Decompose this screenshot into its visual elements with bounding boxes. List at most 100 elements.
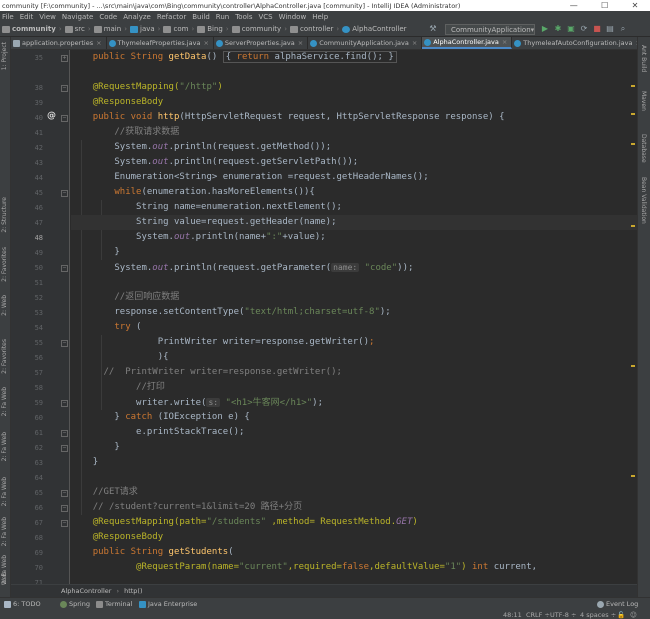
menu-tools[interactable]: Tools — [235, 13, 252, 21]
tool-spring[interactable]: Spring — [60, 600, 90, 608]
breadcrumb-controller[interactable]: controller — [290, 25, 333, 33]
caret-position[interactable]: 48:11 — [503, 611, 522, 619]
tab-community-application[interactable]: CommunityApplication.java × — [308, 37, 423, 49]
tool-event-log[interactable]: Event Log — [597, 600, 638, 608]
tool-database[interactable]: Database — [640, 134, 647, 163]
tool-maven[interactable]: Maven — [640, 91, 647, 111]
indent-setting[interactable]: 4 spaces ÷ — [580, 611, 616, 619]
breadcrumb-class-name[interactable]: AlphaController — [61, 587, 111, 595]
tool-web[interactable]: 2: Web — [1, 295, 8, 316]
menu-code[interactable]: Code — [99, 13, 117, 21]
run-configuration-select[interactable]: CommunityApplication ▾ — [445, 24, 535, 35]
fold-toggle-icon[interactable]: − — [61, 400, 68, 407]
code-line-current: String value=request.getHeader(name); — [71, 215, 637, 230]
tool-terminal[interactable]: Terminal — [96, 600, 132, 608]
breadcrumb-project[interactable]: community — [2, 25, 56, 33]
menu-analyze[interactable]: Analyze — [123, 13, 151, 21]
class-icon — [342, 25, 351, 33]
breadcrumb-main[interactable]: main — [93, 25, 121, 33]
warning-marker[interactable] — [631, 225, 635, 227]
line-separator[interactable]: CRLF ÷ — [526, 611, 550, 619]
editor-gutter[interactable]: 35 38 39 40 41 42 43 44 45 46 47 48 49 5… — [11, 50, 70, 587]
fold-toggle-icon[interactable]: − — [61, 505, 68, 512]
code-line: @ResponseBody — [92, 97, 164, 107]
tool-java-enterprise[interactable]: Java Enterprise — [139, 600, 197, 608]
fold-toggle-icon[interactable]: − — [61, 520, 68, 527]
fold-toggle-icon[interactable]: − — [61, 190, 68, 197]
tool-structure[interactable]: 2: Structure — [1, 197, 8, 233]
tab-server-properties[interactable]: ServerProperties.java × — [214, 37, 309, 49]
warning-marker[interactable] — [631, 365, 635, 367]
stop-icon[interactable]: ■ — [592, 24, 602, 34]
search-icon[interactable]: ⌕ — [618, 24, 628, 34]
tool-fa-web-4[interactable]: 2: Fa Web — [1, 517, 8, 546]
close-window-button[interactable]: ✕ — [632, 1, 639, 10]
breadcrumb-method-name[interactable]: http() — [124, 587, 142, 595]
breadcrumb-class[interactable]: AlphaController — [342, 25, 407, 33]
tab-application-properties[interactable]: application.properties × — [11, 37, 107, 49]
fold-toggle-icon[interactable]: − — [61, 445, 68, 452]
fold-toggle-icon[interactable]: − — [61, 430, 68, 437]
warning-marker[interactable] — [631, 113, 635, 115]
fold-toggle-icon[interactable]: − — [61, 340, 68, 347]
tool-bean-validation[interactable]: Bean Validation — [640, 177, 647, 224]
tool-fa-web-3[interactable]: 2: Fa Web — [1, 477, 8, 506]
minimize-button[interactable]: — — [570, 1, 578, 10]
menu-view[interactable]: View — [39, 13, 56, 21]
profile-icon[interactable]: ⟳ — [579, 24, 589, 34]
close-tab-icon[interactable]: × — [502, 38, 507, 46]
warning-marker[interactable] — [631, 85, 635, 87]
code-editor[interactable]: public String getData() { return alphaSe… — [71, 50, 637, 584]
warning-marker[interactable] — [631, 143, 635, 145]
code-line: @RequestMapping(path="/students" ,method… — [92, 517, 418, 527]
fold-toggle-icon[interactable]: + — [61, 55, 68, 62]
menu-refactor[interactable]: Refactor — [157, 13, 186, 21]
run-icon[interactable]: ▶ — [540, 24, 550, 34]
tab-thymeleaf-autoconfiguration[interactable]: ThymeleafAutoConfiguration.java× — [512, 37, 646, 49]
maximize-button[interactable]: ☐ — [601, 1, 608, 10]
tab-thymeleaf-properties[interactable]: ThymeleafProperties.java × — [107, 37, 214, 49]
tab-alpha-controller[interactable]: AlphaController.java × — [422, 37, 513, 49]
tool-ant-build[interactable]: Ant Build — [640, 45, 647, 72]
breadcrumb-bing[interactable]: Bing — [197, 25, 223, 33]
file-encoding[interactable]: UTF-8 ÷ — [550, 611, 576, 619]
tool-fa-web-1[interactable]: 2: Fa Web — [1, 387, 8, 416]
breadcrumb-java[interactable]: java — [130, 25, 155, 33]
menu-navigate[interactable]: Navigate — [62, 13, 93, 21]
close-tab-icon[interactable]: × — [203, 39, 208, 47]
code-line: public String getStudents( — [92, 547, 234, 557]
warning-marker[interactable] — [631, 475, 635, 477]
menu-file[interactable]: File — [2, 13, 14, 21]
fold-toggle-icon[interactable]: − — [61, 265, 68, 272]
tool-fa-web-2[interactable]: 2: Fa Web — [1, 432, 8, 461]
debug-icon[interactable]: ✱ — [553, 24, 563, 34]
request-mapping-gutter-icon[interactable]: @ — [47, 111, 56, 121]
tool-web-2[interactable]: Web — [1, 572, 8, 585]
fold-toggle-icon[interactable]: − — [61, 115, 68, 122]
menu-bar: File Edit View Navigate Code Analyze Ref… — [0, 11, 650, 22]
close-tab-icon[interactable]: × — [298, 39, 303, 47]
fold-toggle-icon[interactable]: − — [61, 85, 68, 92]
build-hammer-icon[interactable]: ⚒ — [428, 24, 438, 34]
close-tab-icon[interactable]: × — [412, 39, 417, 47]
menu-build[interactable]: Build — [192, 13, 210, 21]
menu-run[interactable]: Run — [216, 13, 229, 21]
project-structure-icon[interactable]: ▤ — [605, 24, 615, 34]
menu-help[interactable]: Help — [312, 13, 328, 21]
menu-edit[interactable]: Edit — [20, 13, 34, 21]
tool-favorites-2[interactable]: 2: Favorites — [1, 339, 8, 374]
fold-toggle-icon[interactable]: − — [61, 490, 68, 497]
tool-favorites[interactable]: 2: Favorites — [1, 247, 8, 282]
tool-project[interactable]: 1: Project — [1, 42, 8, 70]
inspector-icon[interactable]: ☺ — [630, 611, 637, 619]
menu-vcs[interactable]: VCS — [258, 13, 272, 21]
coverage-icon[interactable]: ▣ — [566, 24, 576, 34]
editor-scrollbar[interactable] — [631, 55, 636, 575]
breadcrumb-src[interactable]: src — [64, 25, 85, 33]
lock-icon[interactable]: 🔓 — [617, 611, 625, 619]
tool-todo[interactable]: 6: TODO — [4, 600, 41, 608]
menu-window[interactable]: Window — [279, 13, 307, 21]
close-tab-icon[interactable]: × — [96, 39, 101, 47]
breadcrumb-com[interactable]: com — [163, 25, 188, 33]
breadcrumb-community[interactable]: community — [231, 25, 281, 33]
